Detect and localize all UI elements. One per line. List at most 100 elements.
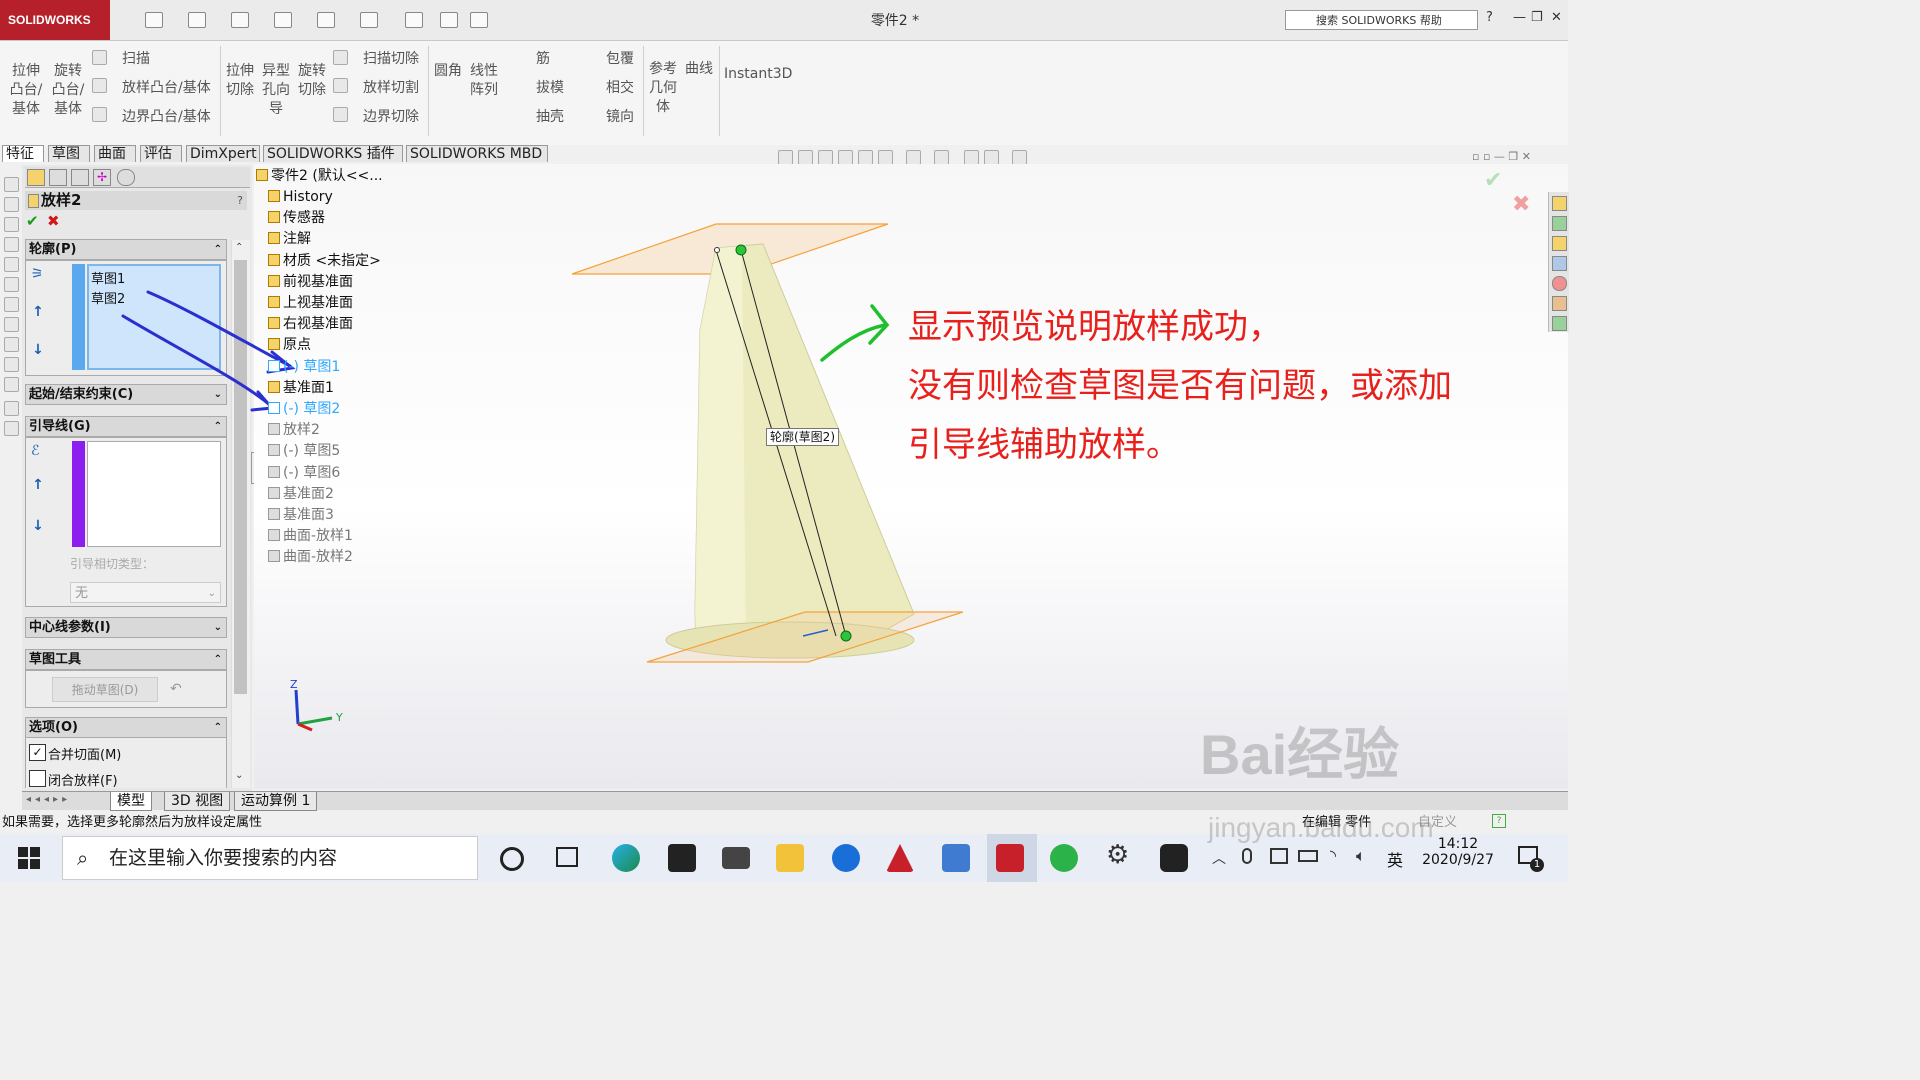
feature-icon xyxy=(268,296,280,308)
notification-badge: 1 xyxy=(1530,858,1544,872)
wifi-icon[interactable]: ◝ xyxy=(1330,846,1336,865)
feature-icon xyxy=(268,465,280,478)
feature-icon xyxy=(268,274,280,287)
feature-icon xyxy=(268,338,280,351)
edge-icon[interactable] xyxy=(612,844,640,872)
feature-icon xyxy=(268,232,280,245)
feature-icon xyxy=(268,402,280,414)
forum-icon[interactable] xyxy=(1552,316,1567,331)
microphone-icon[interactable] xyxy=(1242,848,1252,864)
autocad-icon[interactable] xyxy=(886,844,914,872)
connector-point xyxy=(714,247,720,253)
status-message: 如果需要，选择更多轮廓然后为放样设定属性 xyxy=(2,815,263,830)
tree-item[interactable]: (-) 草图2 xyxy=(268,399,340,420)
annotation-line: 没有则检查草图是否有问题，或添加 xyxy=(908,366,1452,406)
tree-root[interactable]: 零件2 (默认<<... xyxy=(256,166,383,187)
feature-icon xyxy=(268,444,280,457)
tree-item[interactable]: 上视基准面 xyxy=(268,293,353,314)
python-icon[interactable] xyxy=(942,844,970,872)
tree-item-label: 上视基准面 xyxy=(283,295,353,311)
connector-handle xyxy=(735,244,747,256)
screenshot-icon[interactable] xyxy=(1270,848,1288,864)
settings-gear-icon[interactable]: ⚙ xyxy=(1106,840,1129,870)
feature-icon xyxy=(268,359,280,372)
triad-z-axis xyxy=(294,689,300,725)
tree-item[interactable]: 原点 xyxy=(268,335,311,356)
tree-item[interactable]: 曲面-放样2 xyxy=(268,547,353,568)
store-icon[interactable] xyxy=(668,844,696,872)
tree-item[interactable]: 右视基准面 xyxy=(268,314,353,335)
feature-icon xyxy=(268,380,280,393)
viewport-window-controls[interactable]: ▫ ▫ — ❐ ✕ xyxy=(1472,150,1531,163)
annotation-text: 显示预览说明放样成功， 没有则检查草图是否有问题，或添加 引导线辅助放样。 xyxy=(908,298,1452,475)
tab-3d-views[interactable]: 3D 视图 xyxy=(164,792,231,811)
help-icon[interactable]: ? xyxy=(1492,814,1506,828)
tree-item[interactable]: (-) 草图1 xyxy=(268,357,340,378)
tree-item[interactable]: 曲面-放样1 xyxy=(268,526,353,547)
feature-icon xyxy=(268,486,280,499)
tree-item-label: 基准面3 xyxy=(283,507,334,523)
annotation-line: 显示预览说明放样成功， xyxy=(908,307,1282,347)
clock-date: 2020/9/27 xyxy=(1422,852,1494,868)
tree-item-label: 曲面-放样2 xyxy=(283,549,353,566)
triad-x-axis xyxy=(297,722,313,732)
tree-item[interactable]: (-) 草图5 xyxy=(268,441,340,462)
tree-item[interactable]: 注解 xyxy=(268,229,311,250)
file-explorer-icon[interactable] xyxy=(776,844,804,872)
resources-icon[interactable] xyxy=(1552,216,1567,231)
tree-item[interactable]: 放样2 xyxy=(268,420,320,441)
windows-start-icon[interactable] xyxy=(18,847,40,869)
search-icon: ⌕ xyxy=(77,846,89,870)
tree-item-label: (-) 草图1 xyxy=(283,358,341,375)
tree-item[interactable]: 前视基准面 xyxy=(268,272,353,293)
tree-item[interactable]: (-) 草图6 xyxy=(268,463,340,484)
green-annotation-arrow-head xyxy=(868,304,890,345)
tree-item[interactable]: 基准面2 xyxy=(268,484,334,505)
taskbar-search-text: 在这里输入你要搜索的内容 xyxy=(109,847,338,869)
battery-icon[interactable] xyxy=(1298,850,1318,862)
feature-icon xyxy=(268,317,280,330)
cortana-icon[interactable] xyxy=(500,847,524,871)
confirm-ok-icon[interactable]: ✔ xyxy=(1484,168,1502,193)
triad-y-label: Y xyxy=(336,711,343,724)
tree-item-label: (-) 草图2 xyxy=(283,401,341,417)
tab-model[interactable]: 模型 xyxy=(110,792,152,811)
tree-item[interactable]: 基准面1 xyxy=(268,378,334,399)
loft-body-highlight xyxy=(695,246,746,656)
triad-y-axis xyxy=(297,716,333,726)
solidworks-taskbar-icon[interactable] xyxy=(996,844,1024,872)
tab-scroll-arrows[interactable]: ◂◂◂▸▸ xyxy=(26,794,71,805)
tree-root-label: 零件2 (默认<<... xyxy=(271,168,383,184)
feature-icon xyxy=(268,550,280,563)
taskbar-search-input[interactable]: ⌕ 在这里输入你要搜索的内容 xyxy=(62,836,478,880)
custom-properties-icon[interactable] xyxy=(1552,296,1567,311)
bottom-tabs: ◂◂◂▸▸ 模型 3D 视图 运动算例 1 xyxy=(22,791,1568,811)
ime-indicator[interactable]: 英 xyxy=(1387,847,1403,871)
tree-item[interactable]: 材质 <未指定> xyxy=(268,251,381,272)
tree-item[interactable]: History xyxy=(268,187,333,208)
tree-item-label: 传感器 xyxy=(283,210,325,227)
tree-item-label: (-) 草图6 xyxy=(283,464,341,481)
annotation-arrow-2 xyxy=(121,314,272,407)
screen-recorder-icon[interactable] xyxy=(1160,844,1188,872)
feature-icon xyxy=(268,253,280,266)
volume-icon[interactable]: 🔈︎ xyxy=(1356,846,1366,866)
profile-callout[interactable]: 轮廓(草图2) xyxy=(766,428,839,446)
tree-item[interactable]: 基准面3 xyxy=(268,505,334,526)
file-explorer-icon[interactable] xyxy=(1552,256,1567,271)
wechat-icon[interactable] xyxy=(1050,844,1078,872)
task-view-icon[interactable] xyxy=(556,847,578,867)
tab-motion-study[interactable]: 运动算例 1 xyxy=(234,792,318,811)
home-icon[interactable] xyxy=(1552,196,1567,211)
task-pane-tabs xyxy=(1548,192,1569,332)
appearances-icon[interactable] xyxy=(1552,276,1567,291)
feature-icon xyxy=(268,190,280,202)
tray-overflow-icon[interactable]: ︿ xyxy=(1212,848,1226,868)
tree-item[interactable]: 传感器 xyxy=(268,208,325,229)
confirm-cancel-icon[interactable]: ✖ xyxy=(1512,192,1530,217)
design-library-icon[interactable] xyxy=(1552,236,1567,251)
triad-z-label: Z xyxy=(290,678,298,691)
mail-icon[interactable] xyxy=(722,847,750,869)
tree-item-label: 基准面2 xyxy=(283,485,334,502)
kugou-icon[interactable] xyxy=(832,844,860,872)
